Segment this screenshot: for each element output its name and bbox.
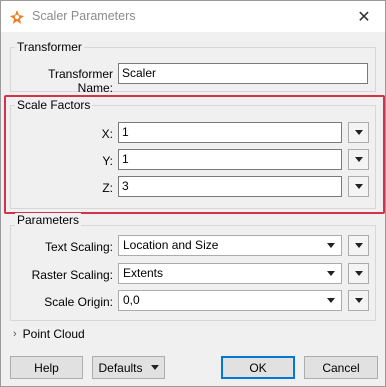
- window-title: Scaler Parameters: [32, 9, 136, 23]
- defaults-button[interactable]: Defaults: [92, 356, 165, 379]
- title-bar: Scaler Parameters ✕: [1, 1, 385, 32]
- parameters-group-label: Parameters: [15, 213, 82, 227]
- cancel-button[interactable]: Cancel: [304, 356, 378, 379]
- scale-factors-highlight: [4, 95, 385, 214]
- text-scaling-label: Text Scaling:: [44, 240, 113, 254]
- transformer-group-label: Transformer: [15, 40, 84, 54]
- text-scaling-value: Location and Size: [123, 238, 219, 252]
- text-scaling-menu-button[interactable]: [348, 235, 369, 256]
- dialog-window: Scaler Parameters ✕ Transformer Transfor…: [0, 0, 386, 387]
- fme-app-icon: [10, 10, 24, 24]
- chevron-down-icon: [354, 298, 363, 303]
- defaults-button-label: Defaults: [98, 360, 143, 375]
- raster-scaling-label: Raster Scaling:: [31, 268, 113, 282]
- transformer-name-input[interactable]: Scaler: [118, 63, 368, 84]
- ok-button-label: OK: [249, 360, 267, 375]
- point-cloud-label: Point Cloud: [22, 327, 85, 341]
- help-button[interactable]: Help: [10, 356, 83, 379]
- close-button[interactable]: ✕: [349, 4, 379, 29]
- help-button-label: Help: [34, 360, 59, 375]
- transformer-name-label: Transformer Name:: [48, 67, 113, 95]
- chevron-down-icon: [354, 243, 363, 248]
- chevron-down-icon: [354, 271, 363, 276]
- scale-origin-select[interactable]: 0,0: [118, 290, 342, 311]
- ok-button[interactable]: OK: [221, 356, 295, 379]
- scale-origin-label: Scale Origin:: [44, 295, 113, 309]
- raster-scaling-menu-button[interactable]: [348, 263, 369, 284]
- chevron-down-icon: [327, 243, 335, 248]
- text-scaling-select[interactable]: Location and Size: [118, 235, 342, 256]
- chevron-down-icon: [327, 271, 335, 276]
- scale-origin-value: 0,0: [123, 293, 140, 307]
- point-cloud-section-toggle[interactable]: › Point Cloud: [13, 327, 85, 341]
- raster-scaling-value: Extents: [123, 266, 164, 280]
- close-icon: ✕: [357, 8, 371, 26]
- scale-origin-menu-button[interactable]: [348, 290, 369, 311]
- cancel-button-label: Cancel: [322, 360, 360, 375]
- chevron-right-icon: ›: [13, 328, 17, 340]
- chevron-down-icon: [327, 298, 335, 303]
- raster-scaling-select[interactable]: Extents: [118, 263, 342, 284]
- chevron-down-icon: [150, 365, 159, 370]
